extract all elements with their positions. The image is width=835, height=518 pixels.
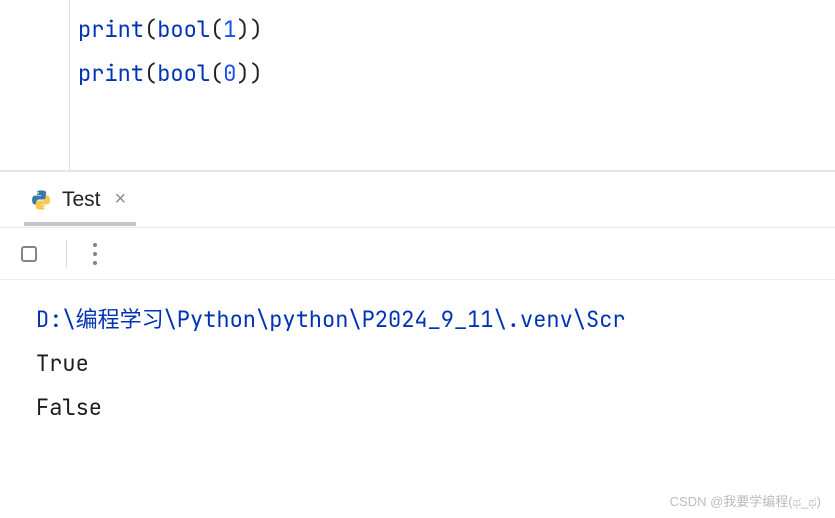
console-output-line: True	[36, 342, 835, 386]
token-paren: (	[210, 15, 223, 44]
dot-icon	[93, 252, 97, 256]
token-number: 0	[223, 59, 236, 88]
token-function: print	[78, 15, 144, 44]
console-toolbar	[0, 228, 835, 280]
token-paren: (	[210, 59, 223, 88]
code-line[interactable]: print(bool(1))	[78, 8, 263, 52]
separator	[66, 240, 67, 268]
python-icon	[30, 189, 52, 211]
code-content[interactable]: print(bool(1)) print(bool(0))	[70, 0, 263, 170]
token-function: print	[78, 59, 144, 88]
tab-test[interactable]: Test ×	[24, 182, 136, 226]
code-editor[interactable]: print(bool(1)) print(bool(0))	[0, 0, 835, 172]
token-paren: ))	[236, 59, 262, 88]
tab-label: Test	[62, 188, 101, 212]
token-function: bool	[157, 15, 210, 44]
token-paren: (	[144, 15, 157, 44]
console-command-line: D:\编程学习\Python\python\P2024_9_11\.venv\S…	[36, 298, 835, 342]
watermark: CSDN @我要学编程(ಥ_ಥ)	[670, 491, 821, 510]
close-icon[interactable]: ×	[111, 188, 131, 211]
token-function: bool	[157, 59, 210, 88]
more-actions-button[interactable]	[89, 239, 101, 269]
code-line[interactable]: print(bool(0))	[78, 52, 263, 96]
stop-button[interactable]	[14, 239, 44, 269]
run-panel-tabs: Test ×	[0, 172, 835, 228]
token-number: 1	[223, 15, 236, 44]
console-output[interactable]: D:\编程学习\Python\python\P2024_9_11\.venv\S…	[0, 280, 835, 430]
dot-icon	[93, 243, 97, 247]
dot-icon	[93, 261, 97, 265]
editor-gutter	[0, 0, 70, 170]
token-paren: ))	[236, 15, 262, 44]
console-output-line: False	[36, 386, 835, 430]
stop-icon	[21, 246, 37, 262]
token-paren: (	[144, 59, 157, 88]
